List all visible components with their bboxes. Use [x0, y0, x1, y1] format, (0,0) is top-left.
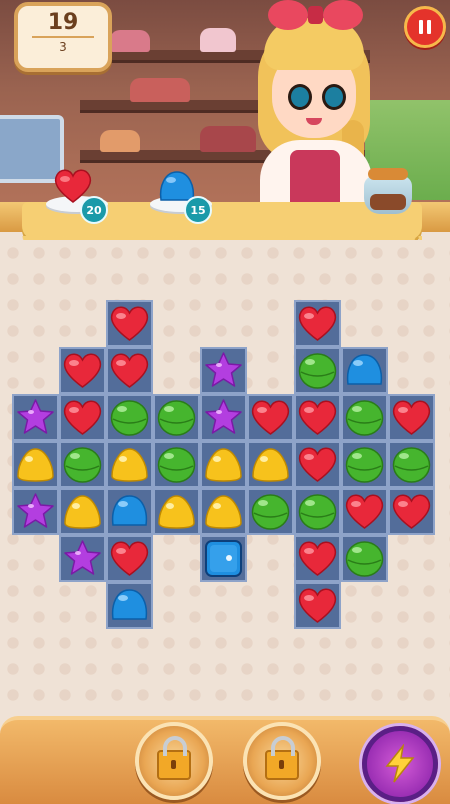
red-heart-candy[interactable]: [297, 538, 338, 579]
red-heart-candy[interactable]: [250, 397, 291, 438]
eye: [288, 84, 312, 110]
yellow-drop-candy[interactable]: [109, 444, 150, 485]
red-heart-candy[interactable]: [297, 303, 338, 344]
red-heart-candy[interactable]: [391, 491, 432, 532]
goal-count-badge: 20: [80, 196, 108, 224]
red-heart-candy[interactable]: [344, 491, 385, 532]
yellow-drop-candy[interactable]: [203, 444, 244, 485]
red-heart-candy[interactable]: [391, 397, 432, 438]
green-round-candy[interactable]: [391, 444, 432, 485]
blue-ice-cube-candy[interactable]: [203, 538, 244, 579]
green-round-candy[interactable]: [156, 444, 197, 485]
yellow-drop-candy[interactable]: [250, 444, 291, 485]
green-round-candy[interactable]: [297, 491, 338, 532]
hair-bow: [268, 0, 363, 32]
cake-decoration: [100, 130, 140, 152]
goal-count-badge: 15: [184, 196, 212, 224]
baker-girl-character: [250, 0, 380, 210]
blue-gumdrop-candy[interactable]: [109, 585, 150, 626]
dress-bodice: [290, 150, 340, 210]
purple-star-candy[interactable]: [62, 538, 103, 579]
moves-left: 19: [47, 10, 79, 35]
yellow-drop-candy[interactable]: [203, 491, 244, 532]
red-heart-candy[interactable]: [62, 350, 103, 391]
green-round-candy[interactable]: [250, 491, 291, 532]
lightning-icon: [385, 744, 415, 783]
locked-booster-1[interactable]: [135, 722, 213, 800]
lock-icon: [157, 736, 191, 780]
blue-gumdrop-candy[interactable]: [109, 491, 150, 532]
locked-booster-2[interactable]: [243, 722, 321, 800]
yellow-drop-candy[interactable]: [62, 491, 103, 532]
yellow-drop-candy[interactable]: [156, 491, 197, 532]
lightning-booster[interactable]: [362, 726, 438, 802]
green-round-candy[interactable]: [156, 397, 197, 438]
red-heart-candy[interactable]: [297, 397, 338, 438]
green-round-candy[interactable]: [62, 444, 103, 485]
green-round-candy[interactable]: [344, 397, 385, 438]
pause-button[interactable]: [404, 6, 446, 48]
pause-icon: [427, 20, 431, 34]
cake-decoration: [200, 126, 256, 152]
eye: [322, 84, 346, 110]
red-heart-candy[interactable]: [297, 444, 338, 485]
red-heart-candy[interactable]: [297, 585, 338, 626]
level-number: 3: [59, 40, 67, 54]
cake-decoration: [200, 28, 236, 52]
green-round-candy[interactable]: [109, 397, 150, 438]
red-heart-candy[interactable]: [62, 397, 103, 438]
blue-gumdrop-candy[interactable]: [344, 350, 385, 391]
moves-counter: 19 3: [14, 2, 112, 72]
cake-decoration: [130, 78, 190, 102]
green-round-candy[interactable]: [297, 350, 338, 391]
lock-icon: [265, 736, 299, 780]
cake-decoration: [110, 30, 150, 52]
purple-star-candy[interactable]: [15, 491, 56, 532]
green-round-candy[interactable]: [344, 538, 385, 579]
purple-star-candy[interactable]: [203, 350, 244, 391]
red-heart-candy[interactable]: [109, 350, 150, 391]
red-heart-candy[interactable]: [109, 538, 150, 579]
cookie-jar: [364, 168, 412, 214]
yellow-drop-candy[interactable]: [15, 444, 56, 485]
pause-icon: [419, 20, 423, 34]
purple-star-candy[interactable]: [203, 397, 244, 438]
green-round-candy[interactable]: [344, 444, 385, 485]
moves-divider: [32, 36, 94, 38]
purple-star-candy[interactable]: [15, 397, 56, 438]
red-heart-candy[interactable]: [109, 303, 150, 344]
